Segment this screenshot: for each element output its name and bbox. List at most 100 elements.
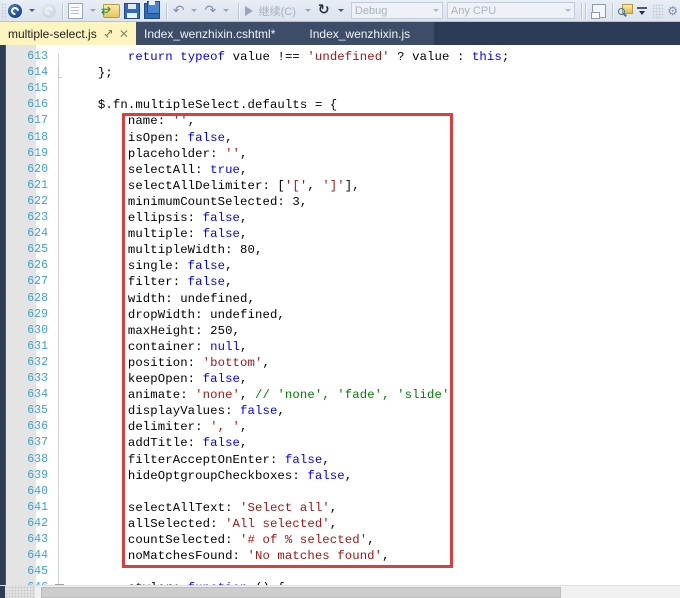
line-number: 638 [27,452,48,466]
code-line[interactable]: return typeof value !== 'undefined' ? va… [68,49,509,65]
code-token-kw: false [284,452,323,467]
continue-button[interactable]: 继续(C) [255,1,300,21]
code-token-plain: container: [68,339,211,354]
code-line[interactable]: container: null, [68,339,248,355]
start-debugging-button[interactable] [243,1,255,21]
new-file-button[interactable] [66,1,85,21]
code-token-kw: typeof [180,50,226,64]
code-line[interactable]: addTitle: false, [68,435,248,451]
code-token-plain: keepOpen: [68,372,203,386]
overflow-dots-icon [652,3,664,18]
stop-dropdown[interactable] [333,1,349,21]
solution-platform-combo[interactable]: Any CPU [446,2,575,19]
tab-label: Index_wenzhixin.js [309,26,411,41]
chevron-down-icon [223,9,230,12]
code-line[interactable]: allSelected: 'All selected', [68,516,337,532]
code-line[interactable]: countSelected: '# of % selected', [68,532,375,548]
code-token-plain: name: [68,114,173,129]
line-number: 621 [27,178,48,192]
code-line[interactable]: minimumCountSelected: 3, [68,194,307,210]
code-line[interactable]: selectAllDelimiter: ['[', ']'], [68,178,360,194]
find-in-files-button[interactable] [616,1,634,21]
code-line[interactable]: dropWidth: undefined, [68,307,285,323]
scrollbar-thumb[interactable] [41,586,561,598]
code-token-plain: maxHeight: 250, [68,323,241,338]
navigate-backward-dropdown[interactable] [24,1,40,21]
code-line[interactable]: position: 'bottom', [68,355,270,371]
undo-button[interactable]: ↶ [171,1,187,21]
continue-dropdown[interactable] [300,1,316,21]
code-line[interactable]: ellipsis: false, [68,210,248,226]
line-number: 640 [27,484,48,498]
code-token-str: 'undefined' [307,50,390,64]
code-token-plain: , [240,436,248,451]
open-file-button[interactable]: ⥂ [101,1,122,21]
code-token-kw: false [187,259,226,274]
code-line[interactable]: name: '', [68,113,195,129]
window-layout-icon [590,3,606,19]
code-editor[interactable]: 613 return typeof value !== 'undefined' … [0,45,680,585]
code-line[interactable]: placeholder: '', [68,146,248,162]
code-line[interactable]: single: false, [68,258,233,274]
code-token-plain: width: undefined, [68,291,255,306]
code-token-plain: , [240,227,248,242]
code-line[interactable]: isOpen: false, [68,130,233,146]
save-all-icon [144,0,161,19]
tab-index-wenzhixin-cshtml[interactable]: Index_wenzhixin.cshtml* [135,22,288,45]
code-line[interactable]: maxHeight: 250, [68,323,240,339]
chevron-down-icon [432,9,439,12]
line-number: 617 [27,114,48,128]
undo-dropdown[interactable] [186,1,202,21]
horizontal-scrollbar[interactable] [0,585,680,598]
code-token-kw: false [187,275,226,290]
line-number: 632 [27,355,48,369]
navigate-forward-button[interactable] [40,1,58,21]
redo-button[interactable]: ↷ [202,1,218,21]
save-icon [124,2,141,19]
code-line[interactable]: selectAllText: 'Select all', [68,500,337,516]
scrollbar-left-strip [0,586,5,598]
code-line[interactable]: width: undefined, [68,291,255,307]
tab-index-wenzhixin-js[interactable]: Index_wenzhixin.js [287,22,435,45]
code-token-kw: return [127,50,173,64]
code-token-plain: , [322,452,330,467]
help-button[interactable]: ⚙ [665,1,680,21]
code-token-plain: isOpen: [68,130,188,145]
code-line[interactable]: multiple: false, [68,226,248,242]
navigate-backward-button[interactable] [6,1,24,21]
line-number: 624 [27,227,48,241]
new-file-dropdown[interactable] [85,1,101,21]
code-line[interactable]: animate: 'none', // 'none', 'fade', 'sli… [68,387,450,403]
code-line[interactable]: hideOptgroupCheckboxes: false, [68,468,352,484]
window-layout-button[interactable] [590,1,608,21]
code-line[interactable]: keepOpen: false, [68,371,248,387]
code-line[interactable]: filter: false, [68,274,233,290]
code-token-plain: position: [68,355,203,370]
toolbar-options-button[interactable] [634,1,650,21]
code-line[interactable]: $.fn.multipleSelect.defaults = { [68,97,337,113]
code-line[interactable]: displayValues: false, [68,403,285,419]
save-all-button[interactable] [142,0,162,21]
scrollbar-track[interactable] [35,585,680,598]
stop-debugging-button[interactable]: ↻ [316,1,333,21]
code-line[interactable]: }; [68,65,113,81]
code-line[interactable]: filterAcceptOnEnter: false, [68,452,330,468]
solution-configuration-combo[interactable]: Debug [350,2,443,19]
code-line[interactable]: selectAll: true, [68,162,248,178]
line-number: 619 [27,146,48,160]
code-text-layer[interactable]: 613 return typeof value !== 'undefined' … [0,45,680,585]
toolbar-overflow[interactable] [650,1,665,21]
code-token-str: 'Select all' [240,500,330,515]
line-number: 635 [27,404,48,418]
save-button[interactable] [122,1,142,21]
code-token-str: 'No matches found' [247,549,383,564]
code-token-plain: , [307,178,323,193]
code-line[interactable]: noMatchesFound: 'No matches found', [68,548,390,564]
code-line[interactable]: multipleWidth: 80, [68,242,263,258]
code-token-plain: minimumCountSelected: 3, [68,194,308,209]
code-token-plain: displayValues: [68,404,241,419]
redo-dropdown[interactable] [218,1,234,21]
code-token-plain: , [187,114,196,129]
tab-multiple-select-js[interactable]: multiple-select.js ↥ ✕ [0,22,136,45]
code-line[interactable]: delimiter: ', ', [68,419,248,435]
